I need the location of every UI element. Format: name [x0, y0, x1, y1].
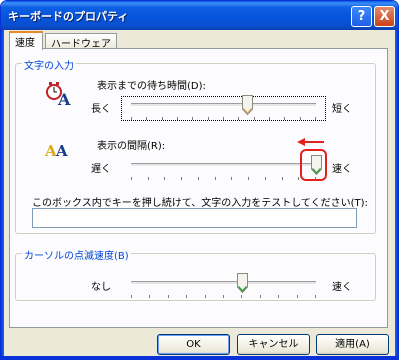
delay-slider-thumb[interactable] [242, 95, 253, 115]
title-bar[interactable]: キーボードのプロパティ ? X [1, 1, 398, 30]
slider-tick [248, 177, 249, 180]
delay-max-label: 短く [332, 104, 352, 115]
slider-tick [131, 295, 132, 298]
slider-tick [149, 295, 150, 298]
blink-min-label: なし [91, 282, 111, 293]
cursor-blink-legend: カーソルの点滅速度(B) [22, 247, 131, 262]
slider-tick [278, 295, 279, 298]
slider-tick [241, 295, 242, 298]
typing-test-input[interactable] [32, 208, 357, 228]
dialog-window: キーボードのプロパティ ? X 速度 ハードウェア 文字の入力 A 表示までの待… [0, 0, 399, 360]
delay-label: 表示までの待ち時間(D): [97, 81, 206, 92]
test-box-label: このボックス内でキーを押し続けて、文字の入力をテストしてください(T): [32, 198, 368, 209]
slider-tick [186, 295, 187, 298]
slider-tick [164, 177, 165, 180]
slider-tick [231, 177, 232, 180]
slider-tick [282, 177, 283, 180]
slider-tick [269, 117, 270, 120]
slider-tick [265, 177, 266, 180]
delay-slider-ticks [131, 117, 316, 120]
blink-slider-thumb[interactable] [237, 273, 248, 293]
slider-tick [148, 177, 149, 180]
window-title: キーボードのプロパティ [8, 10, 129, 23]
slider-tick [300, 117, 301, 120]
tab-speed[interactable]: 速度 [9, 31, 43, 50]
blink-slider-ticks [131, 295, 316, 298]
apply-button[interactable]: 適用(A) [316, 334, 389, 355]
slider-tick [254, 117, 255, 120]
svg-text:A: A [55, 142, 68, 159]
slider-tick [131, 177, 132, 180]
slider-tick [146, 117, 147, 120]
blink-max-label: 速く [332, 282, 352, 293]
slider-tick [284, 117, 285, 120]
delay-min-label: 長く [91, 104, 111, 115]
char-input-legend: 文字の入力 [22, 57, 76, 72]
delay-slider-track[interactable] [131, 103, 316, 107]
blink-slider-track[interactable] [131, 281, 316, 285]
slider-tick [192, 117, 193, 120]
rate-label: 表示の間隔(R): [97, 141, 166, 152]
rate-min-label: 遅く [91, 164, 111, 175]
help-button[interactable]: ? [351, 6, 372, 27]
slider-tick [260, 295, 261, 298]
cancel-button[interactable]: キャンセル [237, 334, 310, 355]
svg-text:A: A [57, 90, 71, 107]
ok-button[interactable]: OK [157, 334, 230, 355]
slider-tick [131, 117, 132, 120]
slider-tick [223, 295, 224, 298]
slider-tick [297, 295, 298, 298]
slider-tick [181, 177, 182, 180]
rate-max-label: 速く [332, 164, 352, 175]
slider-tick [162, 117, 163, 120]
window-frame-bottom [1, 356, 398, 359]
annotation-highlight-box [300, 149, 327, 181]
tab-hardware[interactable]: ハードウェア [45, 33, 117, 50]
annotation-arrow-icon [297, 138, 324, 146]
slider-tick [238, 117, 239, 120]
slider-tick [315, 117, 316, 120]
clock-letter-a-icon: A [46, 82, 71, 107]
close-button[interactable]: X [374, 6, 395, 27]
slider-tick [205, 295, 206, 298]
slider-tick [315, 295, 316, 298]
slider-tick [208, 117, 209, 120]
window-frame-left [1, 30, 4, 359]
rate-slider-ticks [131, 177, 316, 180]
slider-tick [198, 177, 199, 180]
double-a-icon: A A [45, 142, 68, 159]
slider-tick [298, 177, 299, 180]
window-frame-right [395, 30, 398, 359]
rate-slider-track[interactable] [131, 163, 316, 167]
slider-tick [177, 117, 178, 120]
slider-tick [223, 117, 224, 120]
cursor-blink-group: カーソルの点滅速度(B) [15, 247, 376, 301]
slider-tick [168, 295, 169, 298]
slider-tick [215, 177, 216, 180]
